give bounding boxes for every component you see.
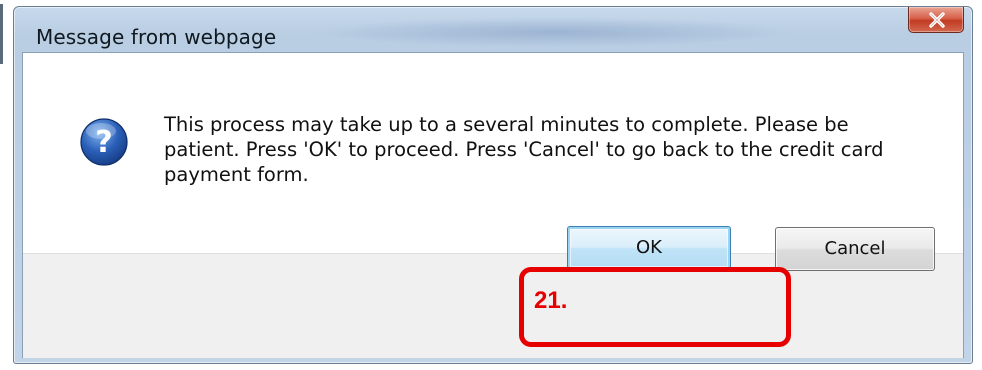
question-icon: ? (80, 118, 128, 166)
dialog-title: Message from webpage (36, 25, 277, 49)
ok-button[interactable]: OK (567, 226, 731, 270)
svg-text:?: ? (95, 125, 112, 160)
close-icon (929, 12, 945, 28)
dialog-client-area: ? This process may take up to a several … (22, 52, 964, 358)
annotation-step-label: 21. (534, 287, 568, 314)
background-page-edge (0, 4, 3, 64)
message-area: ? This process may take up to a several … (23, 53, 963, 253)
cancel-button[interactable]: Cancel (775, 227, 935, 271)
dialog-message: This process may take up to a several mi… (164, 113, 884, 186)
close-button[interactable] (908, 7, 964, 33)
title-bar-glow (314, 17, 794, 47)
screenshot-stage: Message from webpage ? This process may … (0, 0, 982, 370)
